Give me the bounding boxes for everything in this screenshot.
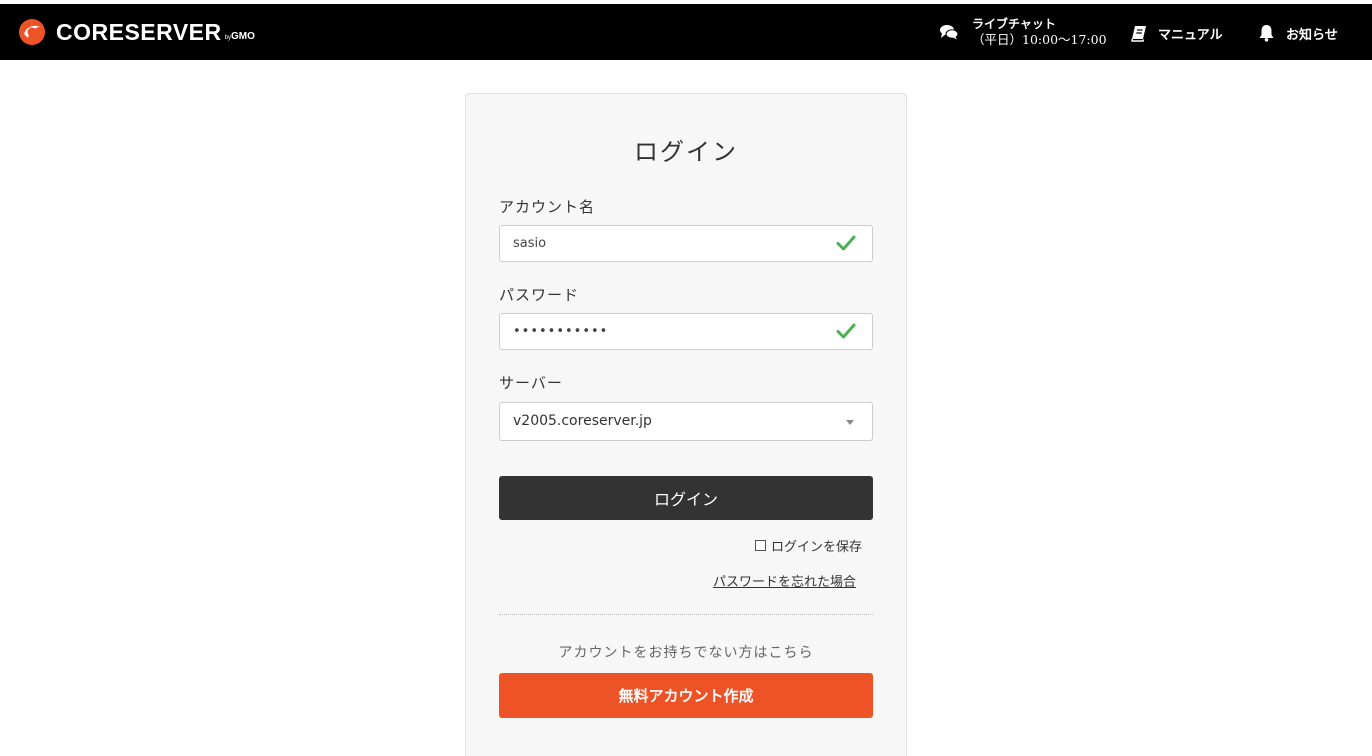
create-free-account-button[interactable]: 無料アカウント作成 <box>499 673 873 718</box>
coreserver-logo[interactable]: CORESERVER byGMO <box>18 18 255 46</box>
manual-link[interactable]: マニュアル <box>1131 22 1223 44</box>
divider <box>499 614 873 615</box>
valid-check-icon <box>836 235 856 251</box>
account-name-input[interactable] <box>499 225 873 262</box>
password-label: パスワード <box>499 286 580 304</box>
server-label: サーバー <box>499 374 563 392</box>
logo-by-gmo: byGMO <box>225 31 255 42</box>
live-chat-link[interactable]: ライブチャット （平日）10:00〜17:00 <box>939 12 1107 52</box>
manual-label: マニュアル <box>1158 27 1223 43</box>
bell-icon <box>1259 25 1274 42</box>
book-icon <box>1131 25 1146 42</box>
forgot-password-link[interactable]: パスワードを忘れた場合 <box>713 571 856 590</box>
coreserver-logo-icon <box>19 19 45 45</box>
live-chat-hours: （平日）10:00〜17:00 <box>972 32 1107 47</box>
top-header-bar: CORESERVER byGMO ライブチャット （平日）10:00〜17:00… <box>0 4 1372 60</box>
checkbox-box[interactable] <box>755 539 766 551</box>
server-select[interactable]: v2005.coreserver.jp <box>499 402 873 441</box>
logo-wordmark: CORESERVER <box>56 18 222 45</box>
remember-login-checkbox[interactable]: ログインを保存 <box>755 537 863 555</box>
no-account-text: アカウントをお持ちでない方はこちら <box>558 645 814 661</box>
news-link[interactable]: お知らせ <box>1258 22 1338 44</box>
login-button[interactable]: ログイン <box>499 476 873 520</box>
server-selected-value: v2005.coreserver.jp <box>513 413 652 429</box>
password-input[interactable] <box>499 313 873 350</box>
login-title: ログイン <box>634 138 738 166</box>
account-name-label: アカウント名 <box>499 198 596 216</box>
logo-gmo-text: GMO <box>230 31 255 42</box>
valid-check-icon <box>836 323 856 339</box>
chat-bubbles-icon <box>940 25 959 40</box>
news-label: お知らせ <box>1286 27 1338 43</box>
remember-login-label: ログインを保存 <box>771 539 863 555</box>
live-chat-label: ライブチャット <box>972 17 1056 31</box>
caret-down-icon <box>846 420 854 425</box>
